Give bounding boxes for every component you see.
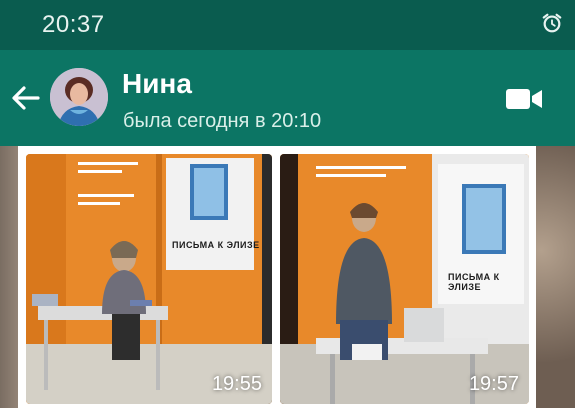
contact-name[interactable]: Нина: [122, 68, 192, 100]
image-message-2[interactable]: ПИСЬМА К ЭЛИЗЕ 19:57: [280, 154, 529, 404]
chat-area[interactable]: ПИСЬМА К ЭЛИЗЕ 19:55 ПИСЬМА К ЭЛИЗЕ 19:5…: [0, 146, 575, 408]
image-message-1[interactable]: ПИСЬМА К ЭЛИЗЕ 19:55: [26, 154, 272, 404]
back-arrow-icon[interactable]: [8, 82, 42, 114]
alarm-clock-icon: [542, 13, 562, 33]
message-time: 19:57: [468, 373, 519, 395]
last-seen-status: была сегодня в 20:10: [123, 110, 322, 132]
chat-header: Нина была сегодня в 20:10: [0, 50, 575, 146]
status-time: 20:37: [42, 11, 105, 38]
poster-title: ПИСЬМА К ЭЛИЗЕ: [448, 272, 500, 292]
video-call-icon[interactable]: [505, 87, 543, 111]
message-time: 19:55: [211, 373, 262, 395]
booth-photo-1: [26, 154, 272, 404]
avatar-photo: [50, 68, 108, 126]
poster-title: ПИСЬМА К ЭЛИЗЕ: [172, 240, 260, 250]
avatar[interactable]: [50, 68, 108, 126]
status-bar: 20:37: [0, 0, 575, 50]
